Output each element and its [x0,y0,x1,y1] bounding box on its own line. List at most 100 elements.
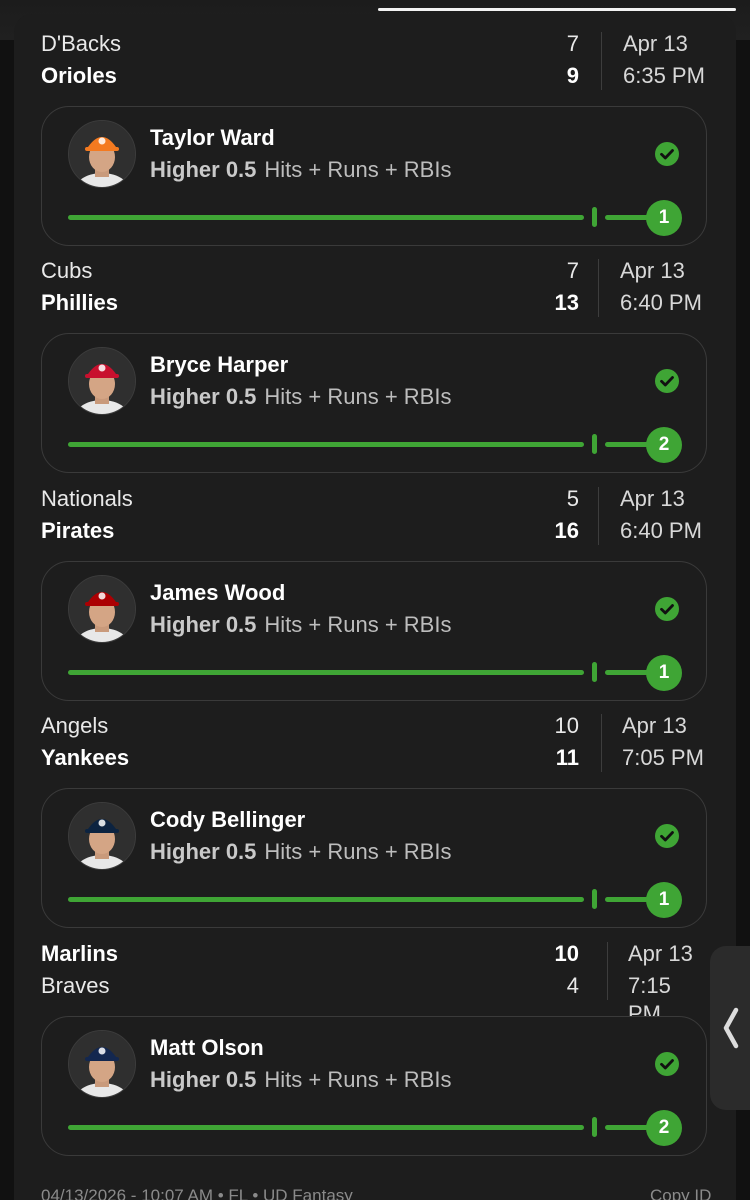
screen: D'Backs Orioles 7 9 Apr 13 6:35 PM Taylor Ward… [0,0,750,1200]
game-date: Apr 13 [623,31,688,56]
pick-stat: Hits + Runs + RBIs [264,157,452,182]
entry-meta: 04/13/2026 - 10:07 AM • FL • UD Fantasy [41,1186,353,1200]
away-team-score: 7 [566,31,579,56]
game-divider [601,714,602,772]
home-team-name: Phillies [41,290,119,315]
braves-cap-icon [69,1031,135,1097]
pick-stat: Hits + Runs + RBIs [264,612,452,637]
pick-line-value: 0.5 [225,157,257,182]
home-team-score: 13 [554,290,579,315]
game-time: 7:05 PM [622,745,704,770]
player-name: Bryce Harper [150,352,289,377]
player-name: Taylor Ward [150,125,275,150]
progress-line-marker [592,889,597,909]
game-time: 6:35 PM [623,63,705,88]
away-team-score: 7 [566,258,579,283]
game-row: Cubs Phillies 7 13 Apr 13 6:40 PM [41,257,709,327]
player-avatar [68,802,136,870]
game-divider [598,259,599,317]
game-time: 6:40 PM [620,290,702,315]
result-value-badge: 1 [646,200,682,236]
game-date: Apr 13 [620,486,685,511]
player-avatar [68,575,136,643]
pick-direction: Higher [150,157,220,182]
nationals-cap-icon [69,576,135,642]
progress-track [68,897,584,902]
home-team-name: Braves [41,973,110,998]
game-date: Apr 13 [622,713,687,738]
away-team-name: D'Backs [41,31,121,56]
pick-line-value: 0.5 [225,1067,257,1092]
game-date: Apr 13 [620,258,685,283]
away-team-name: Cubs [41,258,93,283]
pick-card[interactable]: James Wood Higher 0.5 Hits + Runs + RBIs 1 [41,561,707,701]
pick-card[interactable]: Taylor Ward Higher 0.5 Hits + Runs + RBIs 1 [41,106,707,246]
progress-track [68,1125,584,1130]
game-date: Apr 13 [628,941,693,966]
progress-track [68,215,584,220]
pick-direction: Higher [150,839,220,864]
player-avatar [68,120,136,188]
pick-line-value: 0.5 [225,384,257,409]
game-divider [598,487,599,545]
player-name: James Wood [150,580,286,605]
player-name: Matt Olson [150,1035,264,1060]
home-team-score: 11 [555,745,579,770]
yankees-cap-icon [69,803,135,869]
side-drawer-handle[interactable] [710,946,750,1110]
pick-line: Higher 0.5 Hits + Runs + RBIs [150,838,451,866]
pick-card[interactable]: Bryce Harper Higher 0.5 Hits + Runs + RBIs… [41,333,707,473]
pick-card[interactable]: Cody Bellinger Higher 0.5 Hits + Runs + RB… [41,788,707,928]
game-divider [607,942,608,1000]
pick-line: Higher 0.5 Hits + Runs + RBIs [150,156,451,184]
home-team-name: Pirates [41,518,115,543]
player-avatar [68,1030,136,1098]
result-value-badge: 1 [646,882,682,918]
home-team-score: 9 [566,63,579,88]
pick-line: Higher 0.5 Hits + Runs + RBIs [150,1066,451,1094]
away-team-score: 10 [554,713,579,738]
game-divider [601,32,602,90]
game-time: 6:40 PM [620,518,702,543]
result-value-badge: 2 [646,1110,682,1146]
pick-line-value: 0.5 [225,612,257,637]
pick-line-value: 0.5 [225,839,257,864]
result-value-badge: 1 [646,655,682,691]
away-team-name: Nationals [41,486,133,511]
away-team-name: Angels [41,713,109,738]
pick-stat: Hits + Runs + RBIs [264,384,452,409]
game-row: Marlins Braves 10 4 Apr 13 7:15 PM [41,940,709,1026]
phillies-cap-icon [69,348,135,414]
pick-direction: Higher [150,1067,220,1092]
progress-line-marker [592,207,597,227]
progress-line-marker [592,1117,597,1137]
away-team-score: 10 [554,941,579,966]
game-row: Angels Yankees 10 11 Apr 13 7:05 PM [41,712,709,782]
result-value-badge: 2 [646,427,682,463]
game-row: D'Backs Orioles 7 9 Apr 13 6:35 PM [41,30,709,100]
away-team-score: 5 [566,486,579,511]
player-avatar [68,347,136,415]
progress-track [68,670,584,675]
pick-direction: Higher [150,612,220,637]
home-team-score: 16 [554,518,579,543]
check-circle-icon [654,596,680,622]
home-team-name: Orioles [41,63,117,88]
home-team-score: 4 [566,973,579,998]
progress-line-marker [592,662,597,682]
check-circle-icon [654,1051,680,1077]
pick-line: Higher 0.5 Hits + Runs + RBIs [150,611,451,639]
check-circle-icon [654,823,680,849]
pick-card[interactable]: Matt Olson Higher 0.5 Hits + Runs + RBIs 2 [41,1016,707,1156]
active-tab-indicator [378,8,736,11]
pick-direction: Higher [150,384,220,409]
pick-line: Higher 0.5 Hits + Runs + RBIs [150,383,451,411]
game-row: Nationals Pirates 5 16 Apr 13 6:40 PM [41,485,709,555]
check-circle-icon [654,368,680,394]
pick-stat: Hits + Runs + RBIs [264,1067,452,1092]
away-team-name: Marlins [41,941,119,966]
progress-line-marker [592,434,597,454]
player-name: Cody Bellinger [150,807,306,832]
copy-id-link[interactable]: Copy ID [650,1186,711,1200]
chevron-left-icon [723,1007,739,1049]
